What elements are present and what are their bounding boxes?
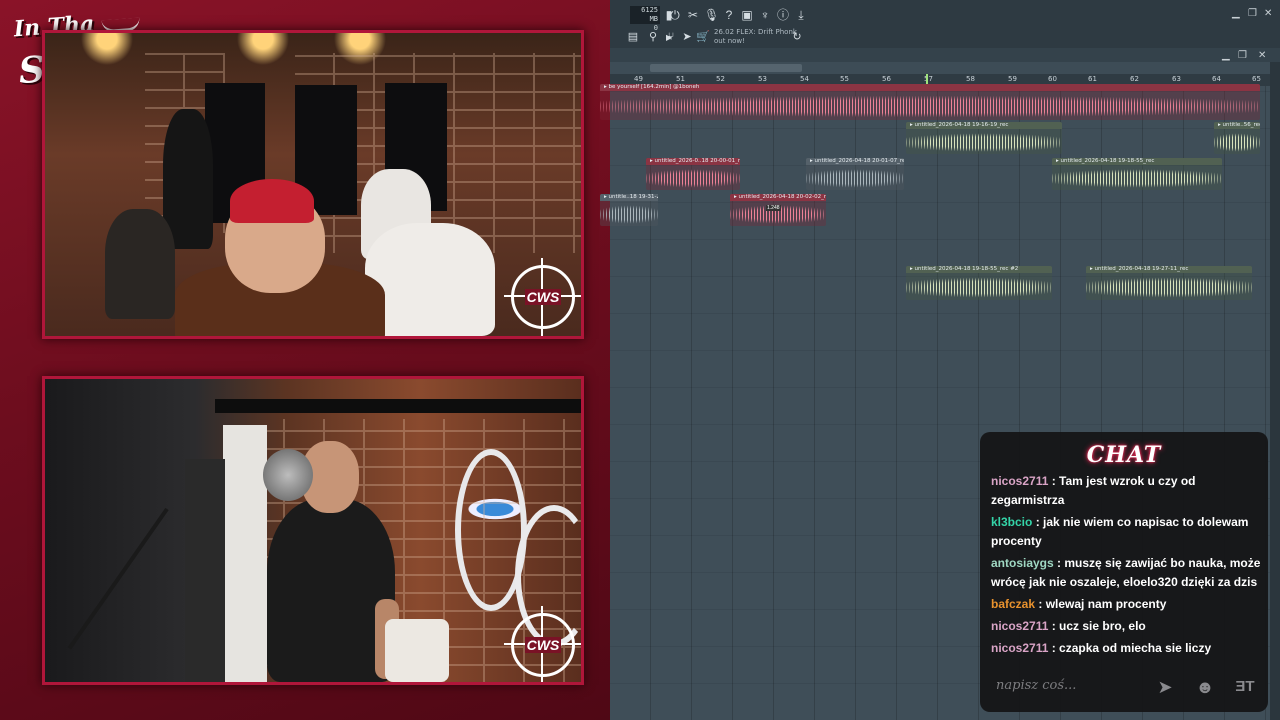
cart-icon[interactable]: 🛒 bbox=[696, 30, 710, 44]
webcam-studio-room: CWS bbox=[42, 30, 584, 339]
ruler-tick: 58 bbox=[966, 75, 975, 83]
audio-clip[interactable]: ▸ untitled_2026-04-18 19-18-55_rec bbox=[1052, 158, 1222, 190]
chat-message: bafczak : wlewaj nam procenty bbox=[991, 595, 1261, 614]
help-icon[interactable]: ? bbox=[722, 8, 736, 22]
ruler-tick: 49 bbox=[634, 75, 643, 83]
ruler-tick: 63 bbox=[1172, 75, 1181, 83]
cws-badge-icon: CWS bbox=[504, 606, 581, 682]
ruler-tick: 53 bbox=[758, 75, 767, 83]
playlist-titlebar: ▁ ❐ ✕ bbox=[610, 48, 1280, 62]
clip-label: ▸ untitled_2026-04-18 19-18-55_rec #2 bbox=[906, 266, 1052, 273]
audio-clip[interactable]: ▸ untitle..56_rec bbox=[1214, 122, 1260, 154]
ruler-tick: 56 bbox=[882, 75, 891, 83]
chat-username[interactable]: antosiaygs bbox=[991, 556, 1054, 570]
clip-value-label: 1.248 bbox=[766, 205, 781, 211]
playlist-restore-icon[interactable]: ❐ bbox=[1238, 50, 1247, 61]
audio-clip[interactable]: ▸ untitle..18 19-31-28_rec bbox=[600, 194, 658, 226]
playhead-marker[interactable] bbox=[926, 74, 928, 84]
playlist-close-icon[interactable]: ✕ bbox=[1258, 50, 1266, 61]
ruler-tick: 54 bbox=[800, 75, 809, 83]
waveform bbox=[1086, 275, 1252, 300]
waveform bbox=[600, 203, 658, 226]
chat-message-text: : czapka od miecha sie liczy bbox=[1048, 641, 1212, 655]
audio-clip[interactable]: ▸ untitled_2026-04-18 19-18-55_rec #2 bbox=[906, 266, 1052, 300]
plugin-icon[interactable]: ♆ bbox=[758, 8, 772, 22]
audio-clip[interactable]: ▸ untitled_2026-0..18 20-00-01_rec bbox=[646, 158, 740, 190]
chat-message-text: : ucz sie bro, elo bbox=[1048, 619, 1146, 633]
power-icon[interactable]: ⏻ bbox=[668, 8, 682, 22]
ruler-tick: 61 bbox=[1088, 75, 1097, 83]
playlist-minimize-icon[interactable]: ▁ bbox=[1222, 50, 1230, 61]
ruler-tick: 65 bbox=[1252, 75, 1261, 83]
audio-clip[interactable]: ▸ untitled_2026-04-18 20-01-07_rec bbox=[806, 158, 904, 190]
ruler-tick: 64 bbox=[1212, 75, 1221, 83]
audio-clip[interactable]: ▸ be yourself [164.2min] @1boneh bbox=[600, 84, 1260, 120]
waveform bbox=[906, 275, 1052, 300]
chat-username[interactable]: bafczak bbox=[991, 597, 1035, 611]
waveform bbox=[906, 131, 1062, 154]
stream-overlay: In Tha Studio! CWS CWS bbox=[0, 0, 610, 720]
chat-message: nicos2711 : ucz sie bro, elo bbox=[991, 617, 1261, 636]
waveform bbox=[806, 167, 904, 190]
ruler-tick: 62 bbox=[1130, 75, 1139, 83]
chat-message: antosiaygs : muszę się zawijać bo nauka,… bbox=[991, 554, 1261, 592]
chat-panel: CHAT nicos2711 : Tam jest wzrok u czy od… bbox=[980, 432, 1268, 712]
microphone-icon bbox=[263, 449, 313, 501]
restore-icon[interactable]: ❐ bbox=[1248, 8, 1257, 19]
folder-icon[interactable]: ▤ bbox=[626, 30, 640, 44]
cws-badge-icon: CWS bbox=[504, 258, 581, 336]
waveform bbox=[1052, 167, 1222, 190]
pointer-icon[interactable]: ⚲ bbox=[646, 30, 660, 44]
cut-icon[interactable]: ✂ bbox=[686, 8, 700, 22]
chat-username[interactable]: kl3bcio bbox=[991, 515, 1032, 529]
badge-icon[interactable]: ƎT bbox=[1234, 676, 1256, 698]
clip-label: ▸ untitled_2026-04-18 19-18-55_rec bbox=[1052, 158, 1222, 165]
send-mode-icon[interactable]: ➤ bbox=[680, 30, 694, 44]
clip-label: ▸ untitled_2026-0..18 20-00-01_rec bbox=[646, 158, 740, 165]
save-icon[interactable]: ▣ bbox=[740, 8, 754, 22]
ruler-tick: 52 bbox=[716, 75, 725, 83]
branch-icon[interactable]: ⑂ bbox=[664, 30, 678, 44]
horizontal-scrollbar[interactable] bbox=[650, 64, 802, 72]
close-icon[interactable]: ✕ bbox=[1264, 8, 1272, 19]
clip-label: ▸ be yourself [164.2min] @1boneh bbox=[600, 84, 1260, 91]
chat-message-text: : wlewaj nam procenty bbox=[1035, 597, 1167, 611]
mic-icon[interactable]: 🎙 bbox=[704, 8, 719, 22]
chat-message: kl3bcio : jak nie wiem co napisac to dol… bbox=[991, 513, 1261, 551]
chat-messages: nicos2711 : Tam jest wzrok u czy od zega… bbox=[991, 472, 1261, 661]
chat-message: nicos2711 : Tam jest wzrok u czy od zega… bbox=[991, 472, 1261, 510]
news-ticker[interactable]: 26.02 FLEX: Drift Phonk out now! bbox=[714, 28, 797, 46]
waveform bbox=[646, 167, 740, 190]
waveform bbox=[600, 93, 1260, 120]
webcam-vocal-booth: CWS bbox=[42, 376, 584, 685]
audio-clip[interactable]: ▸ untitled_2026-04-18 19-27-11_rec bbox=[1086, 266, 1252, 300]
ruler-tick: 60 bbox=[1048, 75, 1057, 83]
minimize-icon[interactable]: ▁ bbox=[1232, 8, 1240, 19]
clip-label: ▸ untitle..18 19-31-28_rec bbox=[600, 194, 658, 201]
emote-icon[interactable]: ☻ bbox=[1194, 676, 1216, 698]
waveform bbox=[1214, 131, 1260, 154]
clip-label: ▸ untitled_2026-04-18 19-27-11_rec bbox=[1086, 266, 1252, 273]
audio-clip[interactable]: ▸ untitled_2026-04-18 20-02-02_rec 1.248 bbox=[730, 194, 826, 226]
info-icon[interactable]: ⓘ bbox=[776, 8, 790, 22]
chat-username[interactable]: nicos2711 bbox=[991, 641, 1048, 655]
clip-label: ▸ untitled_2026-04-18 19-16-19_rec bbox=[906, 122, 1062, 129]
chat-title: CHAT bbox=[1086, 442, 1162, 468]
ruler-tick: 55 bbox=[840, 75, 849, 83]
ruler-tick: 51 bbox=[676, 75, 685, 83]
clip-label: ▸ untitled_2026-04-18 20-01-07_rec bbox=[806, 158, 904, 165]
ruler-tick: 59 bbox=[1008, 75, 1017, 83]
news-refresh-icon[interactable]: ↻ bbox=[790, 30, 804, 44]
chat-username[interactable]: nicos2711 bbox=[991, 474, 1048, 488]
clip-label: ▸ untitle..56_rec bbox=[1214, 122, 1260, 129]
chat-username[interactable]: nicos2711 bbox=[991, 619, 1048, 633]
vertical-scrollbar[interactable] bbox=[1270, 62, 1280, 720]
download-icon[interactable]: ⤓ bbox=[794, 8, 808, 22]
chat-message: nicos2711 : czapka od miecha sie liczy bbox=[991, 639, 1261, 658]
clip-label: ▸ untitled_2026-04-18 20-02-02_rec bbox=[730, 194, 826, 201]
send-icon[interactable]: ➤ bbox=[1154, 676, 1176, 698]
audio-clip[interactable]: ▸ untitled_2026-04-18 19-16-19_rec bbox=[906, 122, 1062, 154]
